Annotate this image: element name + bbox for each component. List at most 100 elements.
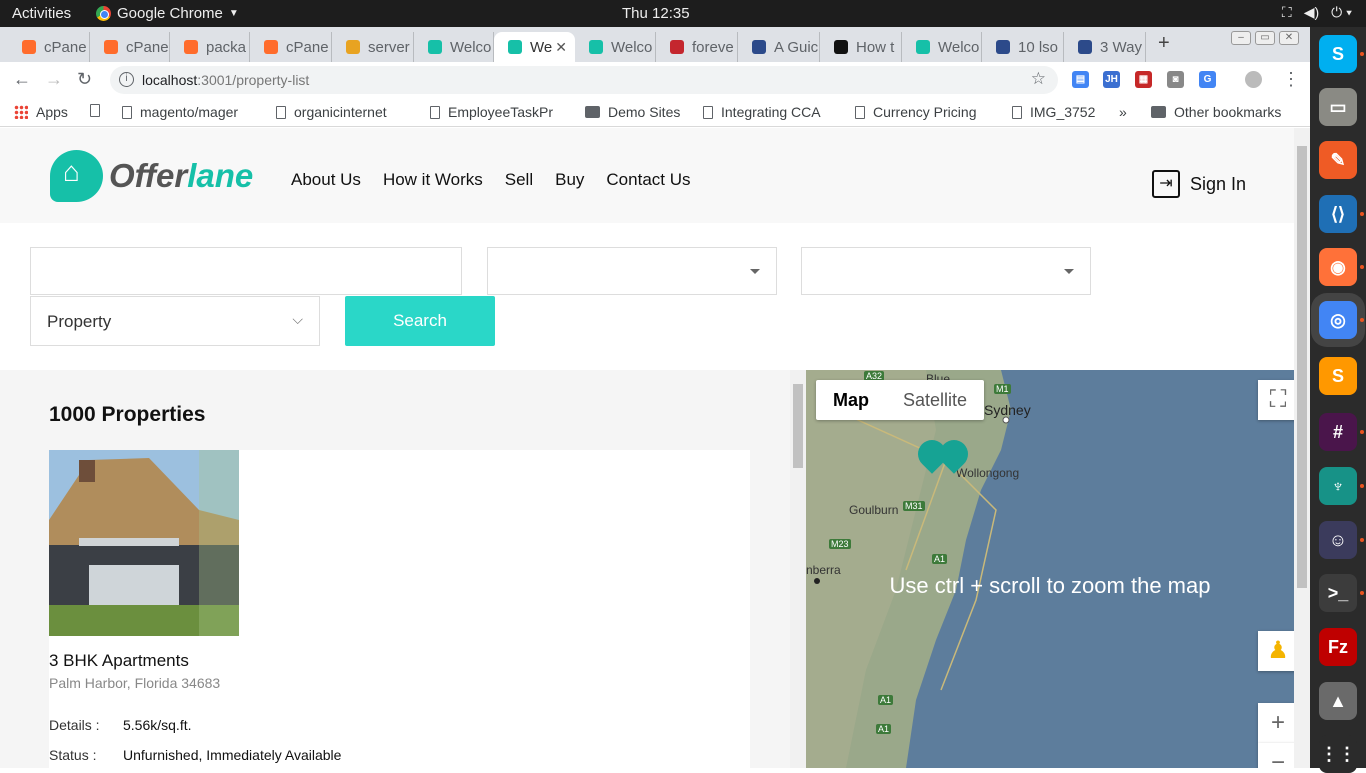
zoom-out-button[interactable]: − <box>1258 743 1294 768</box>
nav-link-buy[interactable]: Buy <box>555 170 584 190</box>
filezilla-icon[interactable]: Fz <box>1319 628 1357 666</box>
nav-link-contact-us[interactable]: Contact Us <box>606 170 690 190</box>
bookmarks-overflow-button[interactable]: » <box>1119 104 1127 120</box>
tor-icon[interactable]: ☺ <box>1319 521 1357 559</box>
bookmark-label: Integrating CCA <box>721 104 821 120</box>
list-scrollbar[interactable] <box>790 370 806 768</box>
nav-link-sell[interactable]: Sell <box>505 170 533 190</box>
running-indicator <box>1360 430 1364 434</box>
bookmark-item[interactable]: Integrating CCA <box>703 104 821 120</box>
profile-avatar[interactable] <box>1245 71 1262 88</box>
translate-extension-icon[interactable]: G <box>1199 71 1216 88</box>
bookmark-label: Currency Pricing <box>873 104 977 120</box>
bookmark-label: Demo Sites <box>608 104 681 120</box>
reload-button[interactable]: ↻ <box>77 69 92 90</box>
nav-link-about-us[interactable]: About Us <box>291 170 361 190</box>
app-menu[interactable]: Google Chrome ▼ <box>96 5 239 22</box>
info-icon[interactable]: i <box>119 72 134 87</box>
browser-tab[interactable]: How t <box>820 32 902 62</box>
filter-select-1[interactable] <box>487 247 777 295</box>
bookmarks-bar: Apps magento/mager organicinternet Employee… <box>0 98 1310 127</box>
skype-icon[interactable]: S <box>1319 35 1357 73</box>
browser-tab[interactable]: cPane <box>8 32 90 62</box>
map-type-satellite-button[interactable]: Satellite <box>886 380 984 420</box>
minimize-button[interactable]: – <box>1231 31 1251 45</box>
tab-strip: cPane cPane packa cPane server Welco We ✕ Welco f… <box>0 27 1310 62</box>
filter-select-2[interactable] <box>801 247 1091 295</box>
chrome-menu-icon[interactable]: ⋮ <box>1282 69 1300 90</box>
map-place-label: Goulburn <box>849 503 899 517</box>
nav-link-how-it-works[interactable]: How it Works <box>383 170 483 190</box>
bookmark-item[interactable]: Demo Sites <box>585 104 680 120</box>
browser-tab[interactable]: foreve <box>656 32 738 62</box>
bookmark-item[interactable]: IMG_3752 <box>1012 104 1095 120</box>
bookmark-item[interactable]: magento/mager <box>122 104 238 120</box>
bookmark-star-icon[interactable]: ☆ <box>1031 69 1046 89</box>
zoom-in-button[interactable]: + <box>1258 703 1294 743</box>
property-type-value: Property <box>47 312 112 331</box>
sublime-icon[interactable]: S <box>1319 357 1357 395</box>
property-title[interactable]: 3 BHK Apartments <box>49 651 189 671</box>
slack-icon[interactable]: # <box>1319 413 1357 451</box>
address-bar[interactable]: i localhost:3001/property-list ☆ <box>110 66 1058 94</box>
browser-tab[interactable]: cPane <box>250 32 332 62</box>
bookmark-item[interactable]: EmployeeTaskPr <box>430 104 553 120</box>
browser-tab[interactable]: We ✕ <box>494 32 575 62</box>
sign-in-link[interactable]: ⇥ Sign In <box>1152 170 1246 198</box>
main-nav: About Us How it Works Sell Buy Contact Us <box>291 170 691 190</box>
bookmark-item[interactable]: Currency Pricing <box>855 104 976 120</box>
new-tab-button[interactable]: + <box>1158 32 1170 55</box>
bookmark-item[interactable]: Apps <box>14 104 68 120</box>
bookmark-item[interactable] <box>90 104 100 117</box>
property-type-select[interactable]: Property ⌵ <box>30 296 320 346</box>
other-bookmarks[interactable]: Other bookmarks <box>1151 104 1281 120</box>
page-icon <box>90 104 100 117</box>
bookmark-item[interactable]: organicinternet <box>276 104 387 120</box>
street-view-pegman-icon[interactable]: ♟ <box>1258 631 1294 671</box>
back-button[interactable]: ← <box>13 69 31 90</box>
brand-name: Offerlane <box>109 157 254 194</box>
property-photo[interactable] <box>49 450 239 636</box>
firefox-icon[interactable]: ◉ <box>1319 248 1357 286</box>
jh-extension-icon[interactable]: JH <box>1103 71 1120 88</box>
postman-icon[interactable]: ✎ <box>1319 141 1357 179</box>
terminal-icon[interactable]: >_ <box>1319 574 1357 612</box>
camera-extension-icon[interactable]: ◙ <box>1167 71 1184 88</box>
clock[interactable]: Thu 12:35 <box>622 5 690 22</box>
close-tab-icon[interactable]: ✕ <box>555 39 567 56</box>
offerlane-logo[interactable]: Offerlane <box>50 150 253 202</box>
maximize-button[interactable]: ▭ <box>1255 31 1275 45</box>
extension-icon[interactable]: ▦ <box>1135 71 1152 88</box>
activities-button[interactable]: Activities <box>12 5 71 22</box>
system-tray[interactable]: ⛶ ◀) ⏻ ▾ <box>1282 4 1352 21</box>
browser-tab[interactable]: 10 lso <box>982 32 1064 62</box>
vscode-icon[interactable]: ⟨⟩ <box>1319 195 1357 233</box>
browser-tab[interactable]: cPane <box>90 32 170 62</box>
gitkraken-icon[interactable]: ♆ <box>1319 467 1357 505</box>
forward-button[interactable]: → <box>45 69 63 90</box>
property-card[interactable]: 3 BHK Apartments Palm Harbor, Florida 34… <box>49 450 750 768</box>
installer-icon[interactable]: ▲ <box>1319 682 1357 720</box>
map-type-map-button[interactable]: Map <box>816 380 886 420</box>
property-map[interactable]: Sydney Wollongong Goulburn nberra Blue A… <box>806 370 1294 768</box>
browser-tab[interactable]: server <box>332 32 414 62</box>
browser-tab[interactable]: Welco <box>575 32 656 62</box>
cpanel-icon <box>184 40 198 54</box>
extension-icon[interactable]: ▤ <box>1072 71 1089 88</box>
browser-tab[interactable]: A Guic <box>738 32 820 62</box>
tab-title: cPane <box>286 38 329 56</box>
page-icon <box>1012 105 1022 119</box>
close-window-button[interactable]: ✕ <box>1279 31 1299 45</box>
browser-tab[interactable]: packa <box>170 32 250 62</box>
files-icon[interactable]: ▭ <box>1319 88 1357 126</box>
browser-tab[interactable]: Welco <box>414 32 494 62</box>
browser-tab[interactable]: 3 Way <box>1064 32 1146 62</box>
chrome-icon[interactable]: ◎ <box>1319 301 1357 339</box>
road-shield: M31 <box>903 501 925 511</box>
fullscreen-icon[interactable]: ⛶ <box>1258 380 1294 420</box>
search-button[interactable]: Search <box>345 296 495 346</box>
page-scrollbar[interactable] <box>1294 128 1310 768</box>
keyword-search-input[interactable] <box>30 247 462 295</box>
browser-tab[interactable]: Welco <box>902 32 982 62</box>
app-grid-icon[interactable]: ⋮⋮ <box>1319 735 1357 773</box>
